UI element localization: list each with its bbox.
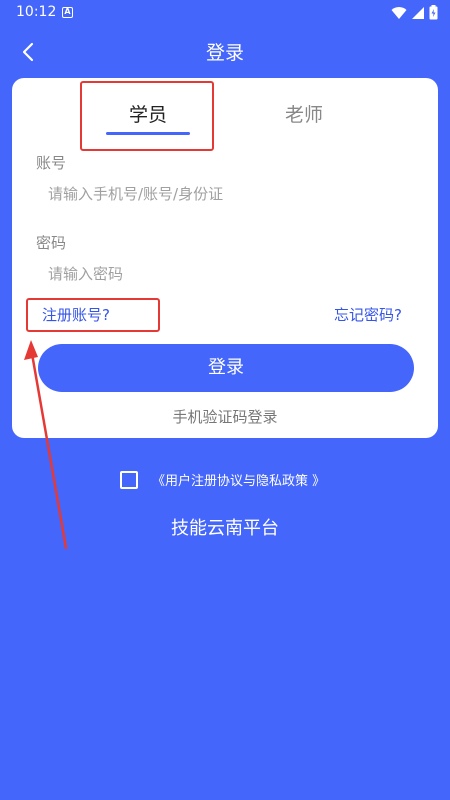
account-label: 账号 [36, 154, 67, 172]
status-time: 10:12 [16, 4, 57, 20]
wifi-icon [391, 6, 407, 19]
page-title: 登录 [205, 42, 244, 64]
password-input[interactable] [48, 259, 408, 289]
agreement-link[interactable]: 《用户注册协议与隐私政策 》 [152, 470, 325, 489]
annotation-box-tab [80, 81, 214, 151]
account-input[interactable] [48, 179, 408, 209]
register-link[interactable]: 注册账号? [42, 304, 110, 325]
forgot-password-link[interactable]: 忘记密码? [334, 304, 402, 325]
header: 登录 [0, 30, 450, 74]
login-card: 学员 老师 账号 密码 注册账号? 忘记密码? 登录 手机验证码登录 [12, 78, 438, 438]
battery-icon [429, 5, 438, 20]
status-bar: 10:12 A [0, 0, 450, 26]
platform-name: 技能云南平台 [171, 518, 279, 539]
tab-teacher[interactable]: 老师 [262, 100, 346, 127]
sms-login-link[interactable]: 手机验证码登录 [12, 406, 438, 427]
signal-icon [412, 6, 424, 19]
status-icons [391, 5, 438, 20]
password-label: 密码 [36, 234, 67, 252]
login-button[interactable]: 登录 [38, 344, 414, 392]
agreement-checkbox[interactable] [120, 470, 138, 489]
agreement-row: 《用户注册协议与隐私政策 》 [120, 470, 325, 489]
notification-icon: A [62, 7, 73, 18]
